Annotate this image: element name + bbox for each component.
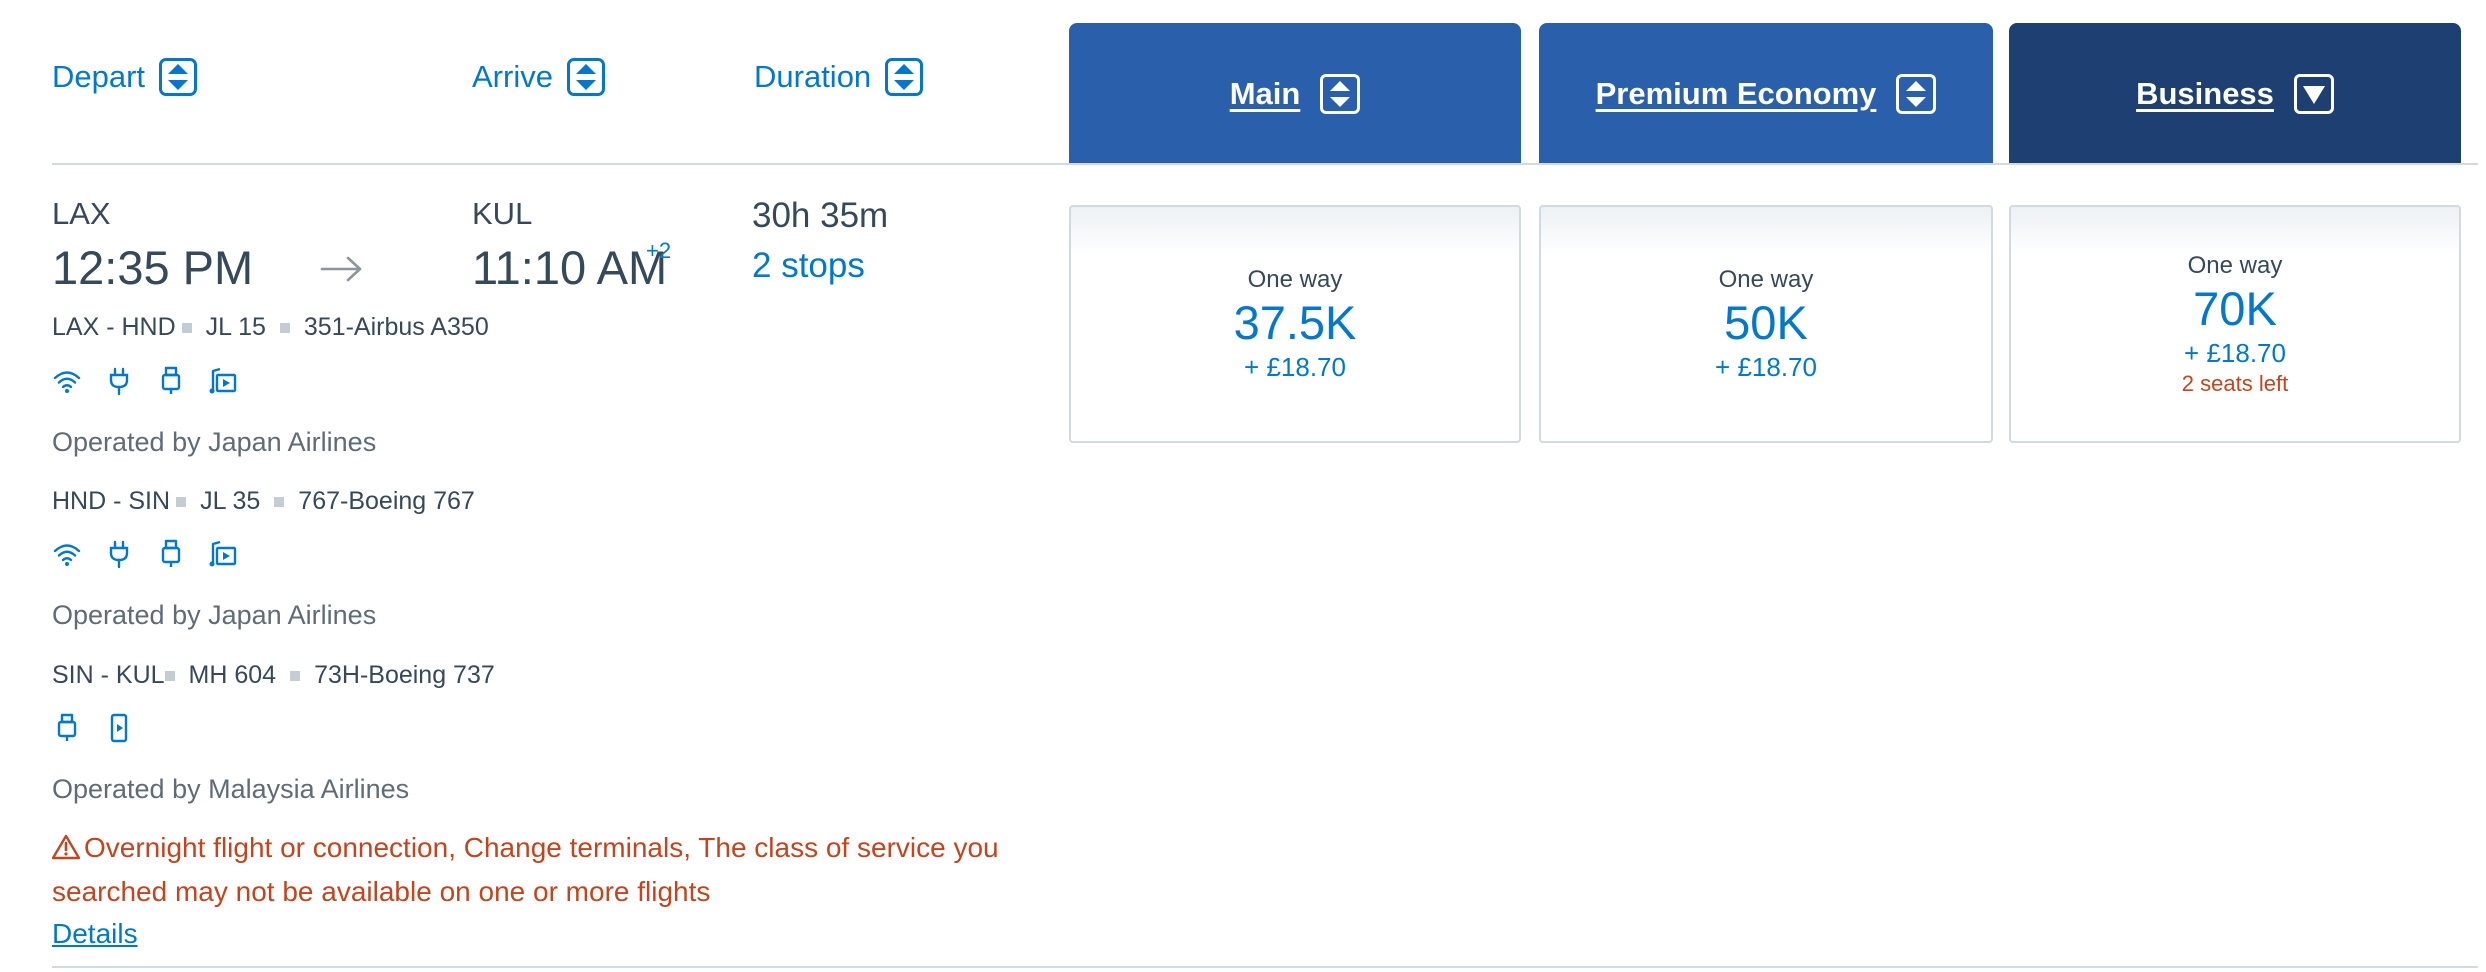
- fare-type: One way: [1247, 265, 1343, 293]
- usb-icon: [156, 366, 186, 396]
- origin-code: LAX: [52, 196, 111, 231]
- sort-arrive[interactable]: Arrive: [472, 58, 605, 96]
- fare-cell-premium-economy[interactable]: One way 50K + £18.70: [1539, 205, 1993, 443]
- cabin-tab-label: Premium Economy: [1595, 75, 1877, 111]
- fare-fee: + £18.70: [2184, 337, 2286, 368]
- fare-cell-business[interactable]: One way 70K + £18.70 2 seats left: [2009, 205, 2461, 443]
- power-plug-icon: [104, 366, 134, 396]
- sort-updown-icon[interactable]: [566, 58, 605, 96]
- sort-updown-icon[interactable]: [1320, 73, 1361, 114]
- separator: [274, 496, 285, 507]
- operated-by: Operated by Japan Airlines: [52, 600, 377, 630]
- arrive-time: 11:10 AM: [472, 241, 668, 294]
- cabin-tab-label: Business: [2136, 75, 2274, 111]
- fare-type: One way: [2187, 251, 2283, 279]
- segment-info: LAX - HND JL 15 351-Airbus A350: [52, 313, 489, 342]
- arrow-right-icon: [320, 256, 362, 282]
- operated-by: Operated by Malaysia Airlines: [52, 774, 410, 804]
- segment-info: SIN - KUL MH 604 73H-Boeing 737: [52, 661, 495, 690]
- segment-amenities: [52, 539, 238, 569]
- separator: [181, 322, 192, 333]
- sort-down-icon[interactable]: [2293, 73, 2334, 114]
- segment-flight-number: JL 35: [200, 487, 261, 515]
- seats-left-notice: 2 seats left: [2181, 370, 2289, 396]
- power-plug-icon: [104, 539, 134, 569]
- fare-miles: 70K: [2193, 281, 2277, 335]
- cabin-tab-premium-economy[interactable]: Premium Economy: [1539, 23, 1993, 164]
- wifi-icon: [52, 539, 82, 569]
- entertainment-icon: [208, 539, 238, 569]
- sort-duration-label: Duration: [754, 59, 872, 94]
- separator: [164, 670, 175, 681]
- sort-updown-icon[interactable]: [1896, 73, 1937, 114]
- segment-amenities: [52, 366, 238, 396]
- header-divider: [52, 163, 2478, 165]
- destination-code: KUL: [472, 196, 533, 231]
- sort-updown-icon[interactable]: [885, 58, 924, 96]
- segment-route: HND - SIN: [52, 487, 171, 515]
- sort-updown-icon[interactable]: [159, 58, 198, 96]
- stops-link[interactable]: 2 stops: [752, 246, 865, 286]
- segment-aircraft: 73H-Boeing 737: [314, 661, 495, 689]
- details-link[interactable]: Details: [52, 918, 138, 950]
- sort-duration[interactable]: Duration: [754, 58, 924, 96]
- warning-text: Overnight flight or connection, Change t…: [52, 832, 999, 907]
- entertainment-icon: [208, 366, 238, 396]
- depart-time: 12:35 PM: [52, 241, 254, 294]
- segment-aircraft: 767-Boeing 767: [298, 487, 475, 515]
- segment-flight-number: MH 604: [188, 661, 277, 689]
- wifi-icon: [52, 366, 82, 396]
- segment-amenities: [52, 713, 134, 743]
- sort-arrive-label: Arrive: [472, 59, 553, 94]
- separator: [279, 322, 290, 333]
- row-divider: [52, 966, 2478, 968]
- segment-aircraft: 351-Airbus A350: [303, 313, 489, 341]
- cabin-tab-main[interactable]: Main: [1069, 23, 1521, 164]
- usb-icon: [156, 539, 186, 569]
- arrive-day-offset: +2: [646, 238, 672, 263]
- sort-depart[interactable]: Depart: [52, 58, 198, 96]
- separator: [290, 670, 301, 681]
- warning-icon: [52, 834, 80, 860]
- operated-by: Operated by Japan Airlines: [52, 427, 377, 457]
- segment-info: HND - SIN JL 35 767-Boeing 767: [52, 487, 475, 516]
- fare-fee: + £18.70: [1715, 351, 1817, 382]
- fare-type: One way: [1718, 265, 1814, 293]
- segment-flight-number: JL 15: [205, 313, 266, 341]
- separator: [176, 496, 187, 507]
- mobile-entertainment-icon: [104, 713, 134, 743]
- fare-miles: 37.5K: [1233, 295, 1357, 349]
- segment-route: LAX - HND: [52, 313, 176, 341]
- fare-miles: 50K: [1724, 295, 1808, 349]
- sort-depart-label: Depart: [52, 59, 146, 94]
- cabin-tab-business[interactable]: Business: [2009, 23, 2461, 164]
- fare-cell-main[interactable]: One way 37.5K + £18.70: [1069, 205, 1521, 443]
- fare-fee: + £18.70: [1244, 351, 1346, 382]
- warning-message: Overnight flight or connection, Change t…: [52, 826, 1012, 914]
- cabin-tab-label: Main: [1229, 75, 1301, 111]
- usb-icon: [52, 713, 82, 743]
- trip-duration: 30h 35m: [752, 196, 889, 235]
- segment-route: SIN - KUL: [52, 661, 165, 689]
